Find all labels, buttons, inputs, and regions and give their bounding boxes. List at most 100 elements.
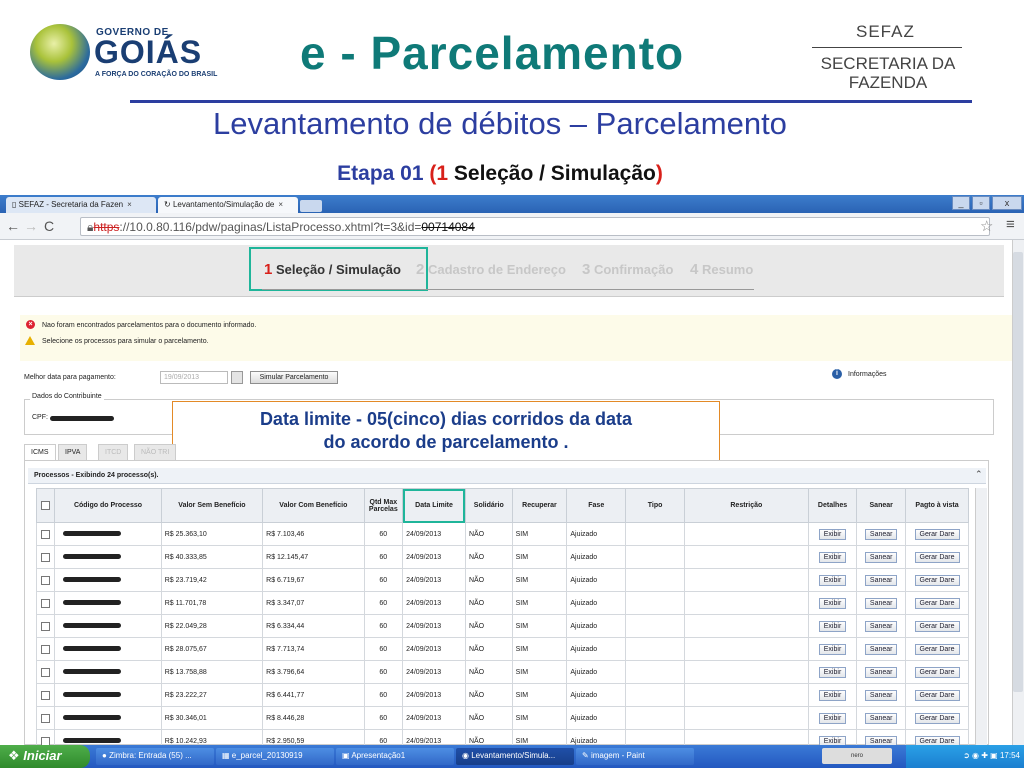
tab-close-icon[interactable]: ×	[127, 200, 132, 209]
row-checkbox[interactable]	[41, 621, 51, 631]
row-checkbox[interactable]	[41, 575, 51, 585]
gerar-dare-button[interactable]: Gerar Dare	[914, 666, 960, 678]
sanear-button[interactable]: Sanear	[864, 712, 898, 724]
exibir-button[interactable]: Exibir	[818, 666, 847, 678]
gerar-dare-button[interactable]: Gerar Dare	[914, 574, 960, 586]
minimize-button[interactable]: _	[952, 196, 970, 210]
solidario-cell: NÃO	[464, 591, 513, 615]
slide-subtitle: Levantamento de débitos – Parcelamento	[213, 106, 787, 141]
detalhes-cell: Exibir	[807, 706, 858, 730]
wizard-step-4: 4 Resumo	[690, 261, 753, 278]
close-window-button[interactable]: x	[992, 196, 1022, 210]
exibir-button[interactable]: Exibir	[818, 712, 847, 724]
simular-parcelamento-button[interactable]: Simular Parcelamento	[250, 371, 338, 384]
sanear-cell: Sanear	[856, 660, 907, 684]
tab-close-icon[interactable]: ×	[278, 200, 283, 209]
page-scroll-thumb[interactable]	[1013, 252, 1023, 692]
row-checkbox[interactable]	[41, 690, 51, 700]
row-checkbox[interactable]	[41, 552, 51, 562]
sanear-button[interactable]: Sanear	[864, 689, 898, 701]
exibir-button[interactable]: Exibir	[818, 689, 847, 701]
valor-sem-cell: R$ 23.222,27	[160, 683, 264, 707]
task-chrome[interactable]: ◉ Levantamento/Simula...	[456, 748, 574, 765]
task-zimbra[interactable]: ● Zimbra: Entrada (55) ...	[96, 748, 214, 765]
row-select[interactable]	[35, 614, 56, 638]
row-select[interactable]	[35, 637, 56, 661]
select-all-checkbox[interactable]	[41, 501, 51, 510]
pagto-cell: Gerar Dare	[905, 706, 969, 730]
collapse-chevron-icon[interactable]: ⌃	[975, 469, 983, 480]
qtd-cell: 60	[363, 660, 404, 684]
gerar-dare-button[interactable]: Gerar Dare	[914, 620, 960, 632]
gerar-dare-button[interactable]: Gerar Dare	[914, 689, 960, 701]
tab-ipva[interactable]: IPVA	[58, 444, 88, 460]
detalhes-cell: Exibir	[807, 522, 858, 546]
gerar-dare-button[interactable]: Gerar Dare	[914, 643, 960, 655]
forward-arrow-icon[interactable]: →	[24, 218, 38, 234]
sanear-button[interactable]: Sanear	[864, 528, 898, 540]
recuperar-cell: SIM	[511, 683, 568, 707]
sanear-button[interactable]: Sanear	[864, 666, 898, 678]
exibir-button[interactable]: Exibir	[818, 528, 847, 540]
select-all-header[interactable]	[35, 488, 56, 523]
row-checkbox[interactable]	[41, 667, 51, 677]
row-select[interactable]	[35, 683, 56, 707]
table-scrollbar[interactable]	[975, 488, 987, 745]
data-limite-cell: 24/09/2013	[402, 706, 466, 730]
exibir-button[interactable]: Exibir	[818, 620, 847, 632]
tab-nao-tributario[interactable]: NÃO TRI	[134, 444, 177, 460]
detalhes-cell: Exibir	[807, 591, 858, 615]
row-select[interactable]	[35, 522, 56, 546]
row-select[interactable]	[35, 660, 56, 684]
row-checkbox[interactable]	[41, 598, 51, 608]
row-select[interactable]	[35, 568, 56, 592]
detalhes-cell: Exibir	[807, 683, 858, 707]
back-arrow-icon[interactable]: ←	[6, 218, 20, 234]
row-checkbox[interactable]	[41, 529, 51, 539]
nero-toolbar[interactable]: nero	[822, 748, 892, 764]
sanear-button[interactable]: Sanear	[864, 574, 898, 586]
row-select[interactable]	[35, 545, 56, 569]
sanear-button[interactable]: Sanear	[864, 643, 898, 655]
address-bar[interactable]: 🔒︎https://10.0.80.116/pdw/paginas/ListaP…	[80, 217, 990, 236]
windows-flag-icon: ❖	[8, 748, 24, 763]
row-select[interactable]	[35, 706, 56, 730]
gerar-dare-button[interactable]: Gerar Dare	[914, 597, 960, 609]
info-link[interactable]: Informações	[848, 371, 887, 378]
gerar-dare-button[interactable]: Gerar Dare	[914, 528, 960, 540]
task-paint[interactable]: ✎ imagem - Paint	[576, 748, 694, 765]
exibir-button[interactable]: Exibir	[818, 574, 847, 586]
bookmark-star-icon[interactable]: ☆	[980, 217, 993, 235]
sefaz-line2: SECRETARIA DA	[820, 54, 956, 73]
gerar-dare-button[interactable]: Gerar Dare	[914, 551, 960, 563]
gerar-dare-button[interactable]: Gerar Dare	[914, 712, 960, 724]
row-checkbox[interactable]	[41, 713, 51, 723]
task-excel[interactable]: ▦ e_parcel_20130919	[216, 748, 334, 765]
row-select[interactable]	[35, 591, 56, 615]
browser-tab-levantamento[interactable]: ↻ Levantamento/Simulação de ×	[158, 197, 298, 213]
task-powerpoint[interactable]: ▣ Apresentação1	[336, 748, 454, 765]
exibir-button[interactable]: Exibir	[818, 643, 847, 655]
tipo-cell	[625, 522, 685, 546]
sanear-button[interactable]: Sanear	[864, 551, 898, 563]
start-button[interactable]: ❖ Iniciar	[0, 745, 90, 768]
sanear-button[interactable]: Sanear	[864, 597, 898, 609]
browser-tab-sefaz[interactable]: ▯ SEFAZ - Secretaria da Fazen ×	[6, 197, 156, 213]
calendar-icon[interactable]	[231, 371, 243, 384]
exibir-button[interactable]: Exibir	[818, 551, 847, 563]
sanear-button[interactable]: Sanear	[864, 620, 898, 632]
restricao-cell	[683, 522, 809, 546]
row-checkbox[interactable]	[41, 644, 51, 654]
tipo-cell	[625, 660, 685, 684]
exibir-button[interactable]: Exibir	[818, 597, 847, 609]
tab-itcd[interactable]: ITCD	[98, 444, 129, 460]
maximize-button[interactable]: ▫	[972, 196, 990, 210]
payment-date-input[interactable]: 19/09/2013	[160, 371, 228, 384]
valor-com-cell: R$ 3.347,07	[262, 591, 365, 615]
step-label: Cadastro de Endereço	[427, 262, 566, 277]
menu-icon[interactable]: ≡	[1006, 216, 1015, 233]
reload-icon[interactable]: C	[44, 218, 54, 234]
info-icon[interactable]: i	[832, 369, 842, 379]
new-tab-button[interactable]	[300, 200, 322, 212]
tab-icms[interactable]: ICMS	[24, 444, 56, 460]
